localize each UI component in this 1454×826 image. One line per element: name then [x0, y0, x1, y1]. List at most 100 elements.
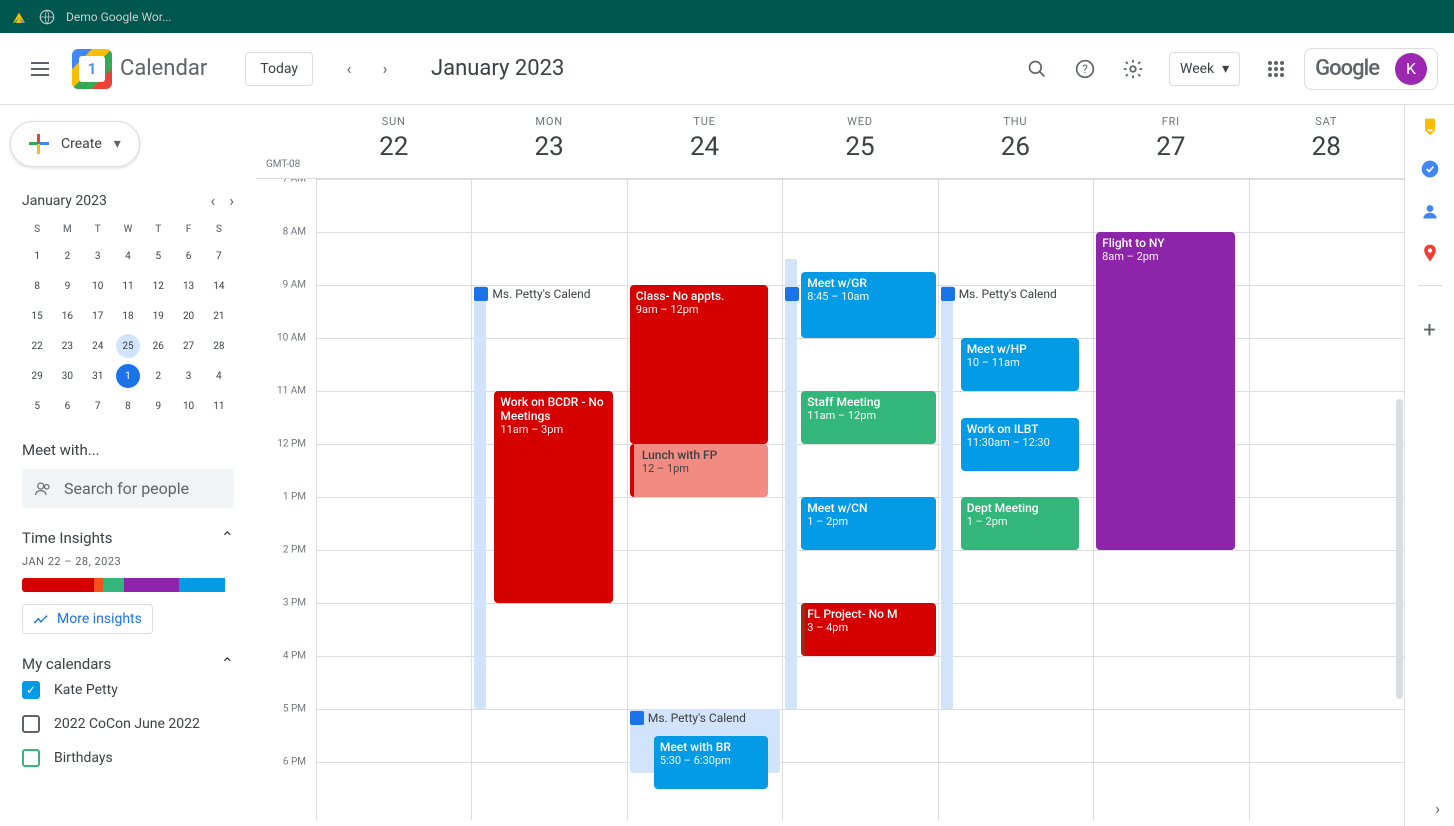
mini-cal-day[interactable]: 3 — [86, 244, 110, 268]
mini-cal-day[interactable]: 8 — [116, 394, 140, 418]
busy-label[interactable]: Ms. Petty's Calend — [630, 711, 746, 725]
search-people-input[interactable]: Search for people — [22, 469, 234, 508]
mini-cal-day[interactable]: 22 — [25, 334, 49, 358]
day-header[interactable]: SUN22 — [316, 105, 471, 178]
tasks-icon[interactable] — [1420, 159, 1440, 179]
event-tue_lunch[interactable]: Lunch with FP12 – 1pm — [630, 444, 768, 497]
my-calendars-toggle[interactable]: My calendars ⌃ — [22, 654, 234, 673]
mini-cal-day[interactable]: 25 — [116, 334, 140, 358]
scrollbar-thumb[interactable] — [1396, 399, 1403, 699]
view-selector[interactable]: Week ▾ — [1169, 52, 1240, 86]
day-column[interactable]: Ms. Petty's Calend Work on BCDR - No Meet… — [471, 179, 626, 820]
app-logo[interactable]: Calendar — [72, 49, 207, 89]
time-insights-toggle[interactable]: Time Insights ⌃ — [22, 528, 234, 547]
google-account-box[interactable]: Google K — [1304, 48, 1438, 90]
calendar-grid-scroll[interactable]: 7 AM8 AM9 AM10 AM11 AM12 PM1 PM2 PM3 PM4… — [256, 179, 1404, 820]
day-column[interactable]: Flight to NY8am – 2pm — [1093, 179, 1248, 820]
event-thu_ilbt[interactable]: Work on ILBT11:30am – 12:30 — [961, 418, 1079, 471]
mini-cal-day[interactable]: 2 — [146, 364, 170, 388]
event-wed_fl[interactable]: FL Project- No M3 – 4pm — [801, 603, 935, 656]
apps-button[interactable] — [1256, 49, 1296, 89]
event-thu_hp[interactable]: Meet w/HP10 – 11am — [961, 338, 1079, 391]
mini-cal-day[interactable]: 1 — [116, 364, 140, 388]
day-column[interactable]: Ms. Petty's Calend Meet w/HP10 – 11am Work… — [938, 179, 1093, 820]
settings-button[interactable] — [1113, 49, 1153, 89]
help-button[interactable]: ? — [1065, 49, 1105, 89]
mini-cal-day[interactable]: 16 — [55, 304, 79, 328]
prev-period-button[interactable]: ‹ — [333, 53, 365, 85]
mini-cal-day[interactable]: 4 — [207, 364, 231, 388]
mini-cal-day[interactable]: 30 — [55, 364, 79, 388]
calendar-checkbox[interactable] — [22, 749, 40, 767]
keep-icon[interactable] — [1420, 117, 1440, 137]
contacts-icon[interactable] — [1420, 201, 1440, 221]
calendar-list-item[interactable]: Birthdays — [22, 741, 234, 775]
mini-cal-day[interactable]: 8 — [25, 274, 49, 298]
day-header[interactable]: TUE24 — [627, 105, 782, 178]
today-button[interactable]: Today — [245, 52, 313, 86]
mini-cal-day[interactable]: 9 — [55, 274, 79, 298]
mini-cal-day[interactable]: 12 — [146, 274, 170, 298]
mini-cal-day[interactable]: 10 — [177, 394, 201, 418]
mini-cal-day[interactable]: 20 — [177, 304, 201, 328]
day-header[interactable]: THU26 — [938, 105, 1093, 178]
event-mon_bcdr[interactable]: Work on BCDR - No Meetings11am – 3pm — [494, 391, 612, 603]
event-wed_gr[interactable]: Meet w/GR8:45 – 10am — [801, 272, 935, 338]
mini-cal-day[interactable]: 7 — [86, 394, 110, 418]
mini-cal-day[interactable]: 10 — [86, 274, 110, 298]
mini-cal-day[interactable]: 27 — [177, 334, 201, 358]
mini-cal-day[interactable]: 3 — [177, 364, 201, 388]
event-wed_staff[interactable]: Staff Meeting11am – 12pm — [801, 391, 935, 444]
mini-cal-day[interactable]: 5 — [146, 244, 170, 268]
mini-cal-day[interactable]: 2 — [55, 244, 79, 268]
event-thu_dept[interactable]: Dept Meeting1 – 2pm — [961, 497, 1079, 550]
search-button[interactable] — [1017, 49, 1057, 89]
day-column[interactable] — [316, 179, 471, 820]
create-button[interactable]: Create ▾ — [10, 121, 140, 167]
mini-cal-day[interactable]: 24 — [86, 334, 110, 358]
day-column[interactable]: Class- No appts.9am – 12pmLunch with FP1… — [627, 179, 782, 820]
mini-cal-day[interactable]: 7 — [207, 244, 231, 268]
mini-cal-day[interactable]: 6 — [177, 244, 201, 268]
mini-cal-day[interactable]: 11 — [207, 394, 231, 418]
mini-cal-day[interactable]: 5 — [25, 394, 49, 418]
event-fri_flight[interactable]: Flight to NY8am – 2pm — [1096, 232, 1234, 550]
calendar-checkbox[interactable] — [22, 715, 40, 733]
side-panel-collapse[interactable]: › — [1435, 799, 1440, 818]
mini-cal-prev[interactable]: ‹ — [210, 191, 215, 210]
mini-cal-day[interactable]: 17 — [86, 304, 110, 328]
mini-cal-day[interactable]: 19 — [146, 304, 170, 328]
mini-cal-day[interactable]: 18 — [116, 304, 140, 328]
mini-cal-day[interactable]: 6 — [55, 394, 79, 418]
event-tue_class[interactable]: Class- No appts.9am – 12pm — [630, 285, 768, 444]
busy-label[interactable]: Ms. Petty's Calend — [941, 287, 1057, 301]
mini-cal-day[interactable]: 23 — [55, 334, 79, 358]
calendar-list-item[interactable]: 2022 CoCon June 2022 — [22, 707, 234, 741]
day-header[interactable]: WED25 — [782, 105, 937, 178]
mini-cal-day[interactable]: 9 — [146, 394, 170, 418]
mini-cal-day[interactable]: 21 — [207, 304, 231, 328]
day-column[interactable]: Meet w/GR8:45 – 10am Staff Meeting11am – … — [782, 179, 937, 820]
next-period-button[interactable]: › — [369, 53, 401, 85]
mini-cal-day[interactable]: 26 — [146, 334, 170, 358]
day-header[interactable]: MON23 — [471, 105, 626, 178]
day-header[interactable]: SAT28 — [1249, 105, 1404, 178]
mini-cal-day[interactable]: 31 — [86, 364, 110, 388]
event-tue_br[interactable]: Meet with BR5:30 – 6:30pm — [654, 736, 768, 789]
mini-cal-day[interactable]: 29 — [25, 364, 49, 388]
more-insights-button[interactable]: More insights — [22, 604, 153, 634]
event-wed_cn[interactable]: Meet w/CN1 – 2pm — [801, 497, 935, 550]
mini-cal-day[interactable]: 15 — [25, 304, 49, 328]
add-addon-button[interactable]: + — [1423, 318, 1435, 343]
calendar-checkbox[interactable] — [22, 681, 40, 699]
mini-cal-day[interactable]: 14 — [207, 274, 231, 298]
busy-label[interactable] — [785, 287, 799, 301]
mini-cal-next[interactable]: › — [229, 191, 234, 210]
mini-cal-day[interactable]: 13 — [177, 274, 201, 298]
mini-cal-day[interactable]: 11 — [116, 274, 140, 298]
mini-cal-day[interactable]: 4 — [116, 244, 140, 268]
maps-icon[interactable] — [1420, 243, 1440, 263]
busy-label[interactable]: Ms. Petty's Calend — [474, 287, 590, 301]
main-menu-button[interactable] — [16, 45, 64, 93]
mini-cal-day[interactable]: 1 — [25, 244, 49, 268]
